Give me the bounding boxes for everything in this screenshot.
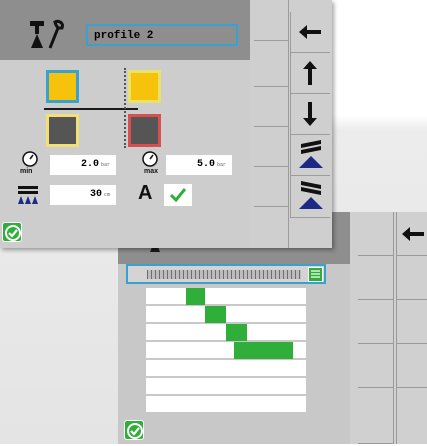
secondary-back-button[interactable] [397,212,427,256]
secondary-button-5[interactable] [358,388,394,444]
profile-name-field[interactable]: profile 2 [86,24,238,46]
max-pressure-unit: bar [216,162,226,168]
secondary-raise-button[interactable] [397,344,427,388]
up-button[interactable] [290,53,330,94]
section-active-bar [205,306,226,323]
lower-boom-icon [299,181,323,209]
checkmark-icon [170,188,186,202]
spare-divider-3 [254,126,288,127]
arrow-down-icon [303,102,317,126]
down-button[interactable] [290,94,330,135]
timeline-row [146,396,306,413]
secondary-down-button[interactable] [397,300,427,344]
spacing-unit: cm [103,192,110,198]
nozzle-spacing-icon [16,184,40,206]
spare-divider-4 [254,166,288,167]
timeline-row [146,360,306,377]
secondary-button-3[interactable] [358,300,394,344]
scale-ticks [147,270,301,279]
secondary-button-2[interactable] [358,256,394,300]
min-pressure-value: 2.0 [80,159,99,170]
min-pressure-field[interactable]: 2.0 bar [50,155,116,175]
left-inner-section[interactable] [46,114,79,147]
back-button[interactable] [290,12,330,53]
scale-end-icon [308,267,323,282]
section-active-bar [234,342,294,359]
nozzle-wrench-icon [28,18,66,50]
left-outer-section[interactable] [46,70,79,103]
boom-center-divider [124,68,126,148]
secondary-up-button[interactable] [397,256,427,300]
confirm-icon-secondary[interactable] [124,420,144,440]
right-outer-section[interactable] [128,70,161,103]
confirm-icon[interactable] [2,222,22,242]
timeline-row [146,378,306,395]
lower-boom-button[interactable] [290,176,330,218]
raise-boom-icon [299,140,323,168]
secondary-left-buttons [358,212,394,444]
timeline-row [146,288,306,305]
max-pressure-field[interactable]: 5.0 bar [166,155,232,175]
raise-boom-button[interactable] [290,135,330,176]
max-label: max [144,168,159,175]
spare-divider-1 [254,40,288,41]
min-label: min [20,168,33,175]
arrow-up-icon [303,61,317,85]
timeline-row [146,306,306,323]
secondary-lower-button[interactable] [397,388,427,444]
spare-buttons [252,0,289,248]
right-inner-section[interactable] [128,114,161,147]
spare-divider-2 [254,86,288,87]
auto-mode-checkbox[interactable] [164,184,192,206]
arrow-left-icon [299,25,321,39]
section-active-bar [186,288,206,305]
min-pressure-unit: bar [100,162,110,168]
spacing-field[interactable]: 30 cm [50,185,116,205]
secondary-button-1[interactable] [358,212,394,256]
max-pressure-value: 5.0 [196,159,215,170]
secondary-right-buttons [396,212,427,444]
spare-divider-5 [254,206,288,207]
secondary-button-4[interactable] [358,344,394,388]
section-active-bar [226,324,247,341]
arrow-left-icon [402,227,424,241]
spacing-value: 30 [89,189,102,200]
auto-mode-label: A [138,182,153,204]
